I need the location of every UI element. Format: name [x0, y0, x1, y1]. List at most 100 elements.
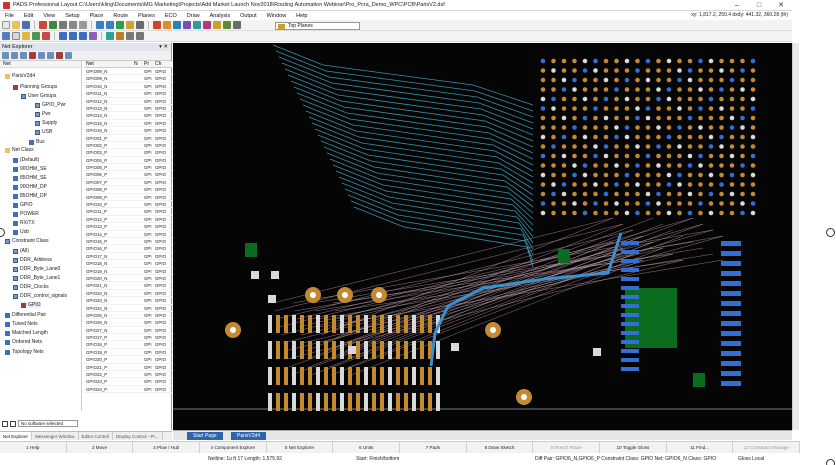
table-row[interactable]: GPIO23_N GPI GPIO: [84, 297, 172, 305]
table-row[interactable]: GPIO20_P GPI GPIO: [84, 356, 172, 364]
fkey-11[interactable]: 11 Find...: [667, 442, 734, 453]
select-icon[interactable]: [2, 32, 10, 40]
save-icon[interactable]: [22, 21, 30, 29]
table-row[interactable]: GPIO20_N GPI GPIO: [84, 275, 172, 283]
table-row[interactable]: GPIO13_N GPI GPIO: [84, 105, 172, 113]
tree-node-all[interactable]: (All): [13, 248, 29, 254]
pointer-icon[interactable]: [12, 32, 20, 40]
tree-node-planning-groups[interactable]: Planning Groups: [13, 84, 57, 90]
tree-node-tuned-nets[interactable]: Tuned Nets: [5, 321, 38, 327]
tree-node-default[interactable]: (Default): [13, 157, 39, 163]
table-row[interactable]: GPIO24_N GPI GPIO: [84, 305, 172, 312]
zoom-in-icon[interactable]: [96, 21, 104, 29]
table-row[interactable]: GPIO17_N GPI GPIO: [84, 253, 172, 261]
table-row[interactable]: GPIO08_P GPI GPIO: [84, 186, 172, 194]
menu-place[interactable]: Place: [85, 13, 109, 19]
tree-node-90ohm-se[interactable]: 90OHM_SE: [13, 166, 47, 172]
table-row[interactable]: GPIO10_P GPI GPIO: [84, 201, 172, 209]
autoroute-icon[interactable]: [116, 32, 124, 40]
new-file-icon[interactable]: [2, 21, 10, 29]
table-row[interactable]: GPIO11_N GPI GPIO: [84, 90, 172, 98]
copy-icon[interactable]: [69, 21, 77, 29]
panel-close-icon[interactable]: ▾ ✕: [159, 43, 168, 51]
software-filter-select[interactable]: No software selected: [18, 420, 78, 427]
place-via-icon[interactable]: [32, 32, 40, 40]
tree-node-constraint-class[interactable]: Constraint Class: [5, 238, 49, 244]
table-row[interactable]: GPIO14_N GPI GPIO: [84, 112, 172, 120]
plow-icon[interactable]: [163, 21, 171, 29]
menu-setup[interactable]: Setup: [60, 13, 84, 19]
tab-messenger[interactable]: Messenger Window: [32, 432, 79, 440]
tree-node-85ohm-dp[interactable]: 85OHM_DP: [13, 193, 47, 199]
table-row[interactable]: GPIO22_P GPI GPIO: [84, 371, 172, 379]
table-row[interactable]: GPIO05_P GPI GPIO: [84, 164, 172, 172]
properties-icon[interactable]: [126, 32, 134, 40]
table-row[interactable]: GPIO01_P GPI GPIO: [84, 135, 172, 142]
tree-node-user-groups[interactable]: User Groups: [21, 93, 56, 99]
tree-node-diff-pair[interactable]: Differential Pair: [5, 312, 46, 318]
draw-arc-icon[interactable]: [69, 32, 77, 40]
table-row[interactable]: GPIO19_P GPI GPIO: [84, 349, 172, 357]
tree-node-board[interactable]: ParisV2d4: [5, 73, 35, 79]
place-part-icon[interactable]: [22, 32, 30, 40]
menu-view[interactable]: View: [38, 13, 60, 19]
paste-icon[interactable]: [79, 21, 87, 29]
refresh-icon[interactable]: [65, 52, 72, 59]
tree-node-ddr-lane1[interactable]: DDR_Byte_Lane1: [13, 275, 60, 281]
menu-edit[interactable]: Edit: [19, 13, 38, 19]
table-row[interactable]: GPIO14_P GPI GPIO: [84, 231, 172, 238]
text-icon[interactable]: [89, 32, 97, 40]
menu-help[interactable]: Help: [291, 13, 312, 19]
expand-icon[interactable]: [2, 52, 9, 59]
table-row[interactable]: GPIO07_P GPI GPIO: [84, 179, 172, 187]
fkey-2[interactable]: 2 Move: [67, 442, 134, 453]
fkey-10[interactable]: 10 Toggle Gloss: [600, 442, 667, 453]
open-file-icon[interactable]: [12, 21, 20, 29]
menu-eco[interactable]: ECO: [160, 13, 182, 19]
minimize-icon[interactable]: –: [726, 0, 748, 11]
via-icon[interactable]: [173, 21, 181, 29]
table-row[interactable]: GPIO09_N GPI GPIO: [84, 75, 172, 83]
close-icon[interactable]: ✕: [770, 0, 792, 11]
resize-handle-corner[interactable]: [826, 459, 835, 465]
filter-checkbox[interactable]: [10, 420, 16, 427]
fkey-12[interactable]: 12 Constraint Manage: [733, 442, 801, 453]
menu-analysis[interactable]: Analysis: [205, 13, 235, 19]
col-header-ch[interactable]: Ch: [155, 61, 171, 67]
layer-icon[interactable]: [213, 21, 221, 29]
redo-icon[interactable]: [49, 21, 57, 29]
route-icon[interactable]: [153, 21, 161, 29]
col-header-pr[interactable]: Pr: [144, 61, 155, 67]
unhighlight-icon[interactable]: [56, 52, 63, 59]
table-row[interactable]: GPIO09_N GPI GPIO: [84, 68, 172, 76]
fkey-3[interactable]: 3 Plow / Hub: [133, 442, 201, 453]
highlight-icon[interactable]: [29, 52, 36, 59]
table-row[interactable]: GPIO13_P GPI GPIO: [84, 223, 172, 231]
tree-node-matched-length[interactable]: Matched Length: [5, 330, 48, 336]
table-row[interactable]: GPIO19_N GPI GPIO: [84, 268, 172, 275]
table-row[interactable]: GPIO09_P GPI GPIO: [84, 194, 172, 202]
gloss-icon[interactable]: [203, 21, 211, 29]
redraw-icon[interactable]: [136, 21, 144, 29]
maximize-icon[interactable]: □: [748, 0, 770, 11]
fkey-8[interactable]: 8 Draw Sketch: [467, 442, 534, 453]
tree-node-ddr-control[interactable]: DDR_control_signals: [13, 293, 67, 299]
vertical-scrollbar[interactable]: [792, 43, 799, 430]
tree-node-pwr[interactable]: Pwr: [35, 111, 51, 117]
filter-icon[interactable]: [20, 52, 27, 59]
tree-node-net-class[interactable]: Net Class: [5, 147, 34, 153]
menu-planes[interactable]: Planes: [133, 13, 160, 19]
table-row[interactable]: GPIO27_N GPI GPIO: [84, 327, 172, 335]
zoom-fit-icon[interactable]: [116, 21, 124, 29]
select-nets-icon[interactable]: [47, 52, 54, 59]
tree-node-usb-class[interactable]: Usb: [13, 229, 29, 235]
menu-output[interactable]: Output: [235, 13, 262, 19]
undo-icon[interactable]: [39, 21, 47, 29]
tab-editor-control[interactable]: Editor Control: [79, 432, 114, 440]
table-row[interactable]: GPIO04_P GPI GPIO: [84, 157, 172, 165]
table-row[interactable]: GPIO25_N GPI GPIO: [84, 312, 172, 320]
table-row[interactable]: GPIO11_P GPI GPIO: [84, 208, 172, 216]
tree-node-topology-nets[interactable]: Topology Nets: [5, 349, 44, 355]
fkey-4[interactable]: 4 Component Explore: [200, 442, 267, 453]
save-icon[interactable]: [2, 420, 8, 427]
